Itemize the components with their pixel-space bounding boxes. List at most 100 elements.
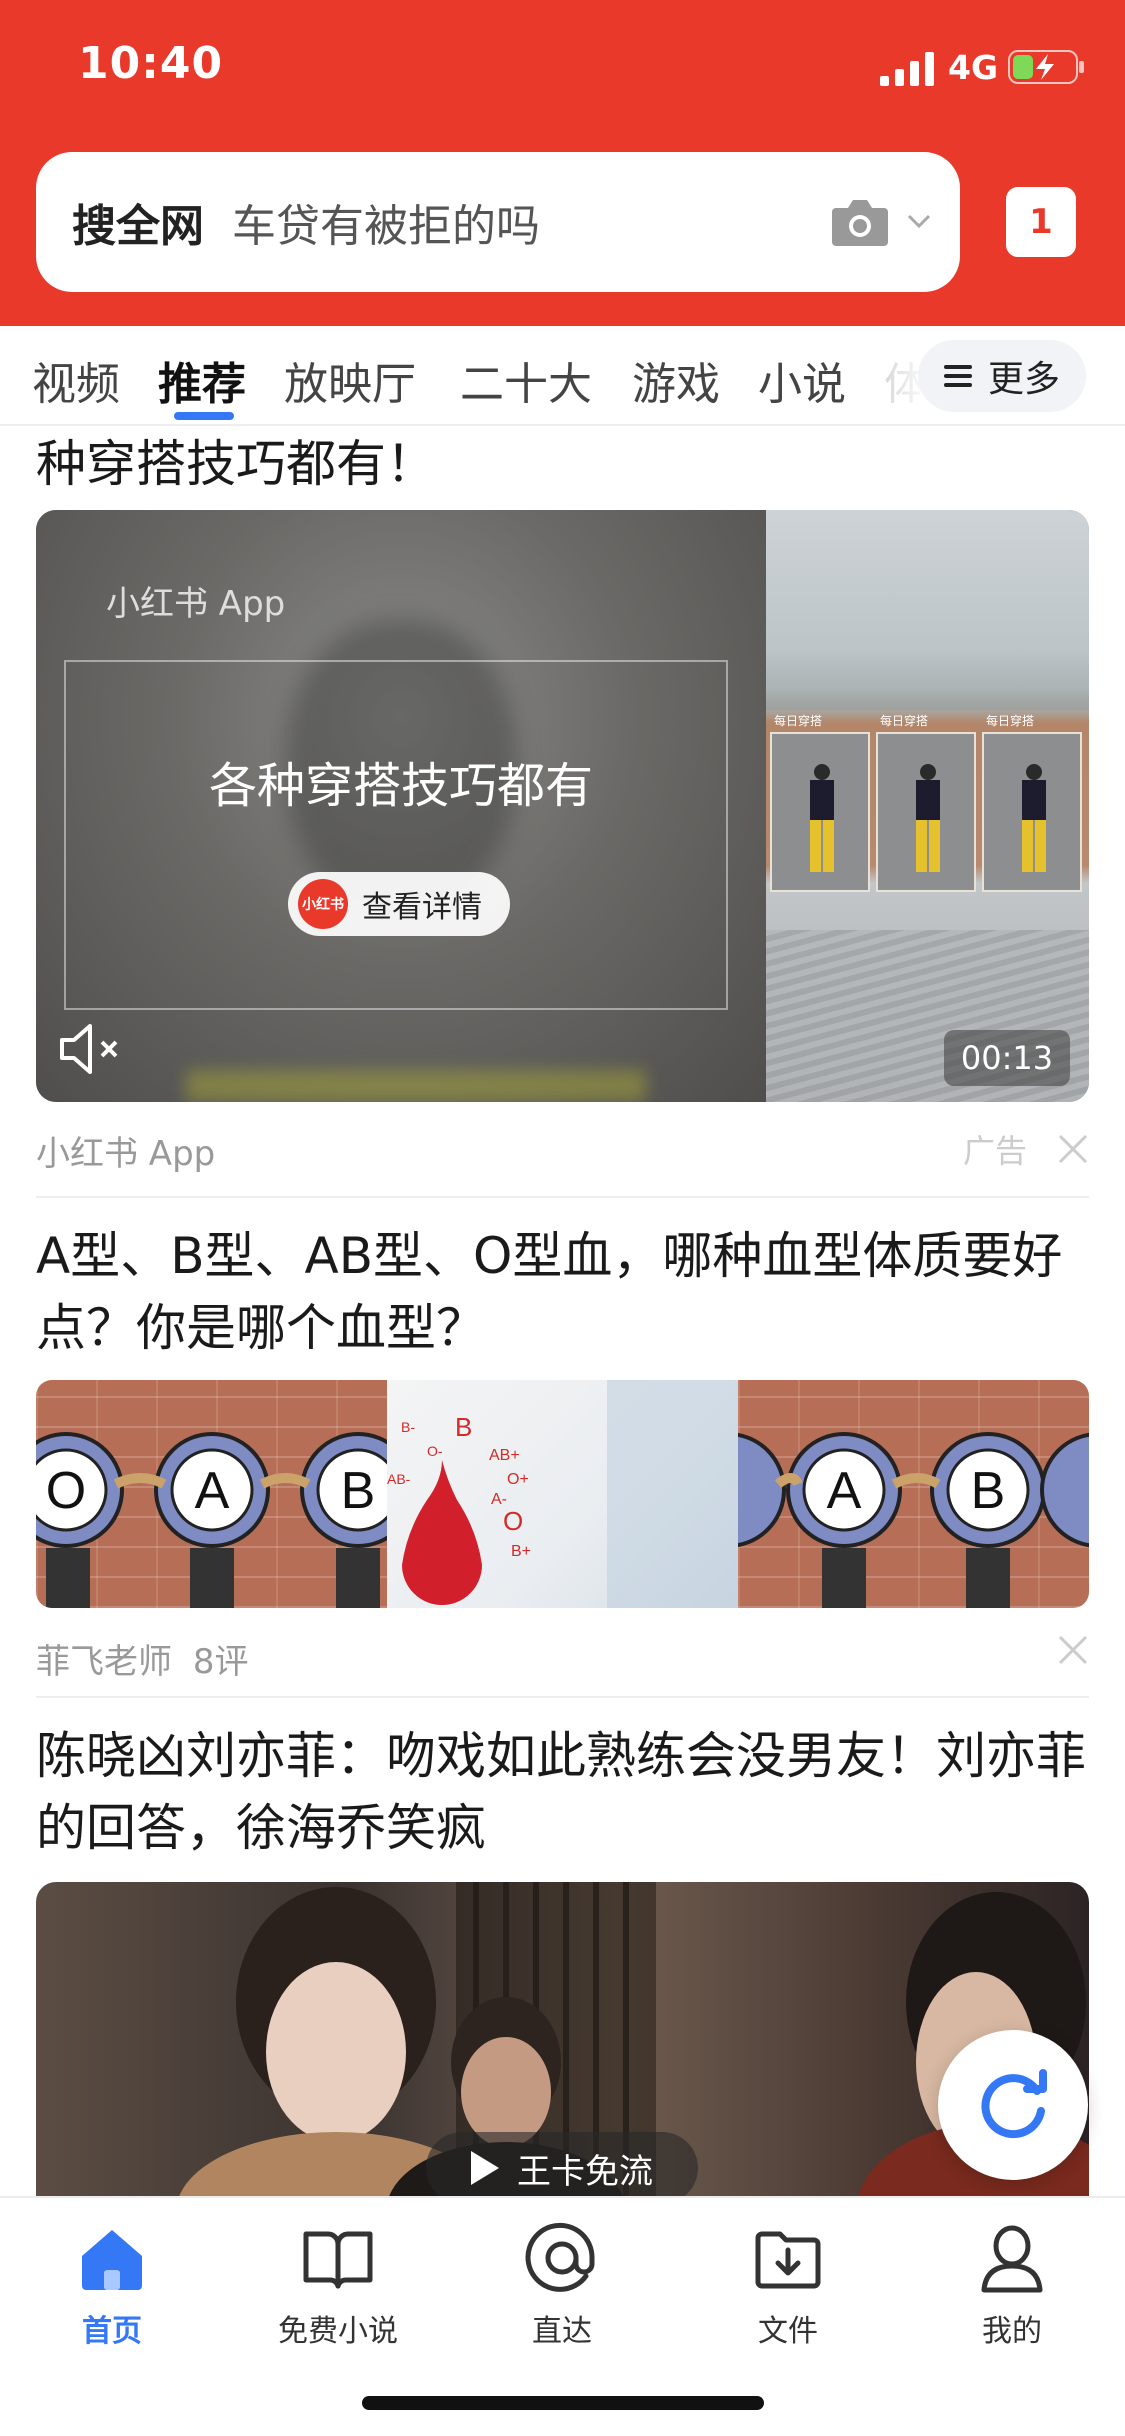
blood-type-label: B — [455, 1412, 472, 1442]
cartoon-letter: O — [46, 1462, 86, 1520]
tab-recommend[interactable]: 推荐 — [158, 348, 246, 412]
tab-free-novels-label: 免费小说 — [278, 2314, 398, 2349]
refresh-icon — [981, 2069, 1047, 2139]
tab-twentieth[interactable]: 二十大 — [460, 348, 592, 412]
outfit-panel: 每日穿搭 — [982, 714, 1082, 892]
view-details-button[interactable]: 小红书 查看详情 — [288, 872, 510, 936]
refresh-button[interactable] — [938, 2030, 1088, 2180]
more-channels-button[interactable]: 更多 — [918, 340, 1086, 412]
article-image[interactable]: B AB+ O+ A- O B+ B- O- AB- — [387, 1380, 738, 1608]
tab-cinema[interactable]: 放映厅 — [284, 348, 416, 412]
tab-home-label: 首页 — [82, 2314, 142, 2349]
divider — [36, 1696, 1089, 1698]
blood-type-label: B- — [401, 1419, 415, 1435]
home-icon — [82, 2230, 142, 2290]
status-time: 10:40 — [78, 38, 224, 89]
ad-meta: 小红书 App 广告 — [36, 1126, 1089, 1176]
news-feed[interactable]: 种穿搭技巧都有！ 小红书 App 各种穿搭技巧都有 小红书 查看详情 每日穿搭 — [0, 428, 1125, 2196]
blurred-caption — [186, 1070, 646, 1102]
chevron-down-icon[interactable] — [906, 212, 932, 230]
top-header: 10:40 4G 搜全网 车贷有被拒的吗 1 — [0, 0, 1125, 326]
tab-direct-label: 直达 — [532, 2314, 592, 2349]
blood-type-label: O+ — [507, 1471, 529, 1488]
blood-type-label: AB+ — [489, 1447, 520, 1464]
divider — [36, 1196, 1089, 1198]
mute-icon[interactable] — [58, 1022, 122, 1076]
play-label: 王卡免流 — [517, 2151, 653, 2192]
cartoon-letter: B — [971, 1462, 1006, 1520]
tab-video[interactable]: 视频 — [32, 348, 120, 412]
tab-direct[interactable]: 直达 — [482, 2218, 642, 2350]
book-icon — [303, 2231, 373, 2289]
menu-icon — [943, 365, 972, 387]
at-icon — [525, 2222, 595, 2292]
channel-tabs: 视频 推荐 放映厅 二十大 游戏 小说 体 更多 — [0, 326, 1125, 426]
tab-games[interactable]: 游戏 — [632, 348, 720, 412]
ad-headline: 各种穿搭技巧都有 — [208, 758, 593, 814]
active-tab-indicator — [174, 412, 234, 420]
search-bar[interactable]: 搜全网 车贷有被拒的吗 — [36, 152, 960, 292]
play-icon — [471, 2151, 499, 2185]
tab-count-button[interactable]: 1 — [1006, 187, 1076, 257]
ad-frame — [64, 660, 728, 1010]
article-image-strip[interactable]: O A B B AB+ O+ A- O B+ B- O- AB- A B — [36, 1380, 1089, 1608]
battery-icon — [1008, 50, 1084, 84]
ad-video[interactable]: 小红书 App 各种穿搭技巧都有 小红书 查看详情 每日穿搭 每日穿搭 每日穿搭… — [36, 510, 1089, 1102]
close-icon[interactable] — [1057, 1634, 1089, 1666]
ad-source: 小红书 App — [36, 1134, 216, 1174]
blood-type-label: O- — [427, 1443, 443, 1459]
tab-files[interactable]: 文件 — [708, 2218, 868, 2350]
outfit-panel: 每日穿搭 — [876, 714, 976, 892]
xiaohongshu-logo-icon: 小红书 — [298, 879, 348, 929]
oab-cartoon-icon: A B — [738, 1432, 1089, 1608]
article-meta: 菲飞老师 8评 — [36, 1634, 1089, 1684]
home-indicator[interactable] — [362, 2396, 764, 2410]
ad-video-main[interactable]: 小红书 App 各种穿搭技巧都有 小红书 查看详情 — [36, 510, 766, 1102]
close-icon[interactable] — [1057, 1133, 1089, 1165]
article-image[interactable]: O A B — [36, 1380, 387, 1608]
tab-profile[interactable]: 我的 — [932, 2218, 1092, 2350]
fog-trees — [766, 650, 1089, 710]
cartoon-letter: B — [341, 1462, 376, 1520]
outfit-panel-label: 每日穿搭 — [986, 714, 1035, 728]
network-type: 4G — [948, 48, 999, 87]
ad-badge: 广告 — [962, 1132, 1027, 1170]
blood-drop-icon: B AB+ O+ A- O B+ B- O- AB- — [387, 1380, 738, 1608]
cartoon-letter: A — [827, 1462, 862, 1520]
ad-source-overlay: 小红书 App — [106, 584, 286, 624]
download-folder-icon — [755, 2231, 821, 2289]
ad-title[interactable]: 种穿搭技巧都有！ — [36, 428, 1089, 500]
video-duration: 00:13 — [944, 1030, 1070, 1086]
article-video-thumbnail[interactable]: 王卡免流 — [36, 1882, 1089, 2196]
person-figure-icon — [916, 764, 940, 872]
more-label: 更多 — [987, 359, 1060, 400]
cartoon-letter: A — [195, 1462, 230, 1520]
outfit-panel-label: 每日穿搭 — [880, 714, 929, 728]
search-input[interactable]: 车贷有被拒的吗 — [232, 190, 540, 254]
ad-video-side: 每日穿搭 每日穿搭 每日穿搭 00:13 — [766, 510, 1089, 1102]
status-bar: 10:40 4G — [0, 0, 1125, 140]
person-figure-icon — [1022, 764, 1046, 872]
signal-icon — [880, 52, 934, 86]
camera-icon[interactable] — [830, 196, 890, 248]
play-button[interactable]: 王卡免流 — [426, 2132, 698, 2196]
article-image[interactable]: A B — [738, 1380, 1089, 1608]
oab-cartoon-icon: O A B — [36, 1432, 387, 1608]
person-icon — [981, 2225, 1043, 2293]
outfit-panel-label: 每日穿搭 — [774, 714, 823, 728]
tab-free-novels[interactable]: 免费小说 — [258, 2218, 418, 2350]
article-title[interactable]: 陈晓凶刘亦菲：吻戏如此熟练会没男友！刘亦菲的回答，徐海乔笑疯 — [36, 1720, 1089, 1864]
outfit-panel: 每日穿搭 — [770, 714, 870, 892]
tab-novels[interactable]: 小说 — [758, 348, 846, 412]
article-author: 菲飞老师 — [36, 1642, 172, 1682]
comment-count: 8评 — [192, 1642, 249, 1682]
person-figure-icon — [810, 764, 834, 872]
article-title[interactable]: A型、B型、AB型、O型血，哪种血型体质要好点？你是哪个血型？ — [36, 1220, 1089, 1364]
search-scope-label: 搜全网 — [72, 201, 204, 252]
blood-type-label: O — [503, 1506, 523, 1536]
tab-profile-label: 我的 — [982, 2314, 1042, 2349]
tab-home[interactable]: 首页 — [32, 2218, 192, 2350]
tab-files-label: 文件 — [758, 2314, 818, 2349]
blood-type-label: B+ — [511, 1543, 531, 1560]
view-details-label: 查看详情 — [362, 890, 482, 925]
